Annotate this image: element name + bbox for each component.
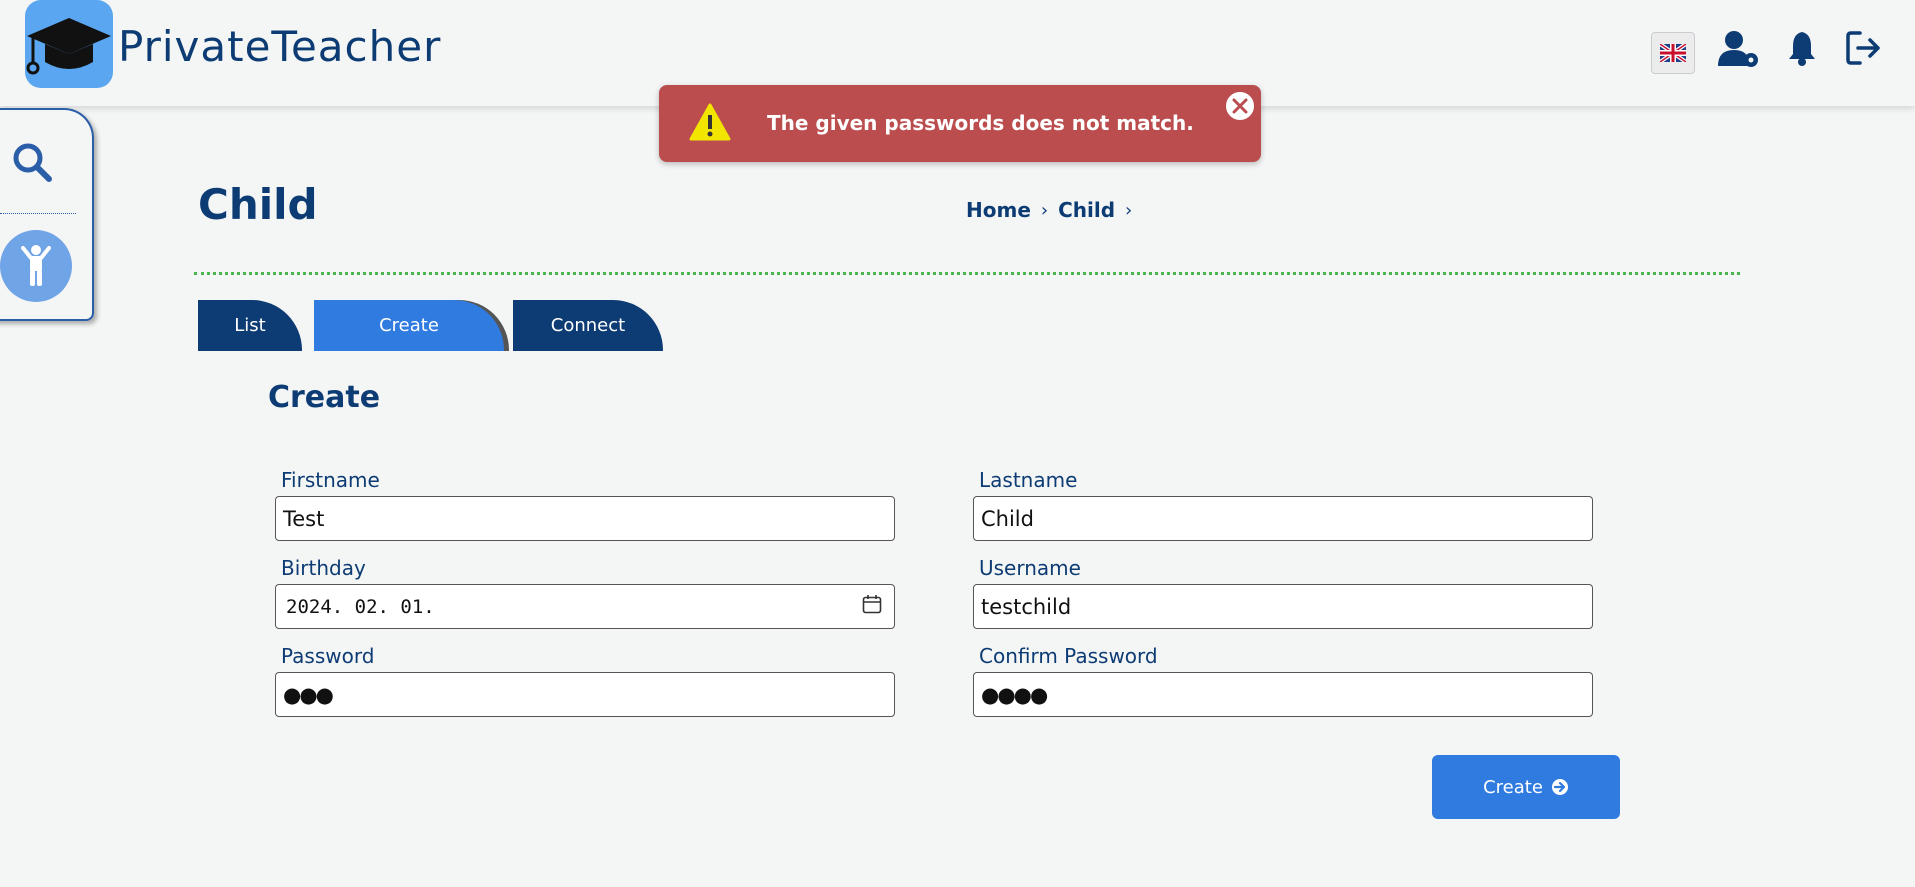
chevron-right-icon: › xyxy=(1125,199,1133,221)
calendar-icon[interactable] xyxy=(862,594,882,619)
app-title: PrivateTeacher xyxy=(118,22,442,71)
birthday-label: Birthday xyxy=(281,556,366,580)
confirm-password-field[interactable]: ●●●● xyxy=(973,672,1593,717)
confirm-password-label: Confirm Password xyxy=(979,644,1158,668)
tab-create[interactable]: Create xyxy=(314,300,504,351)
create-submit-button[interactable]: Create xyxy=(1432,755,1620,819)
tab-list[interactable]: List xyxy=(198,300,302,351)
language-flag-icon xyxy=(1660,44,1686,62)
birthday-value: 2024. 02. 01. xyxy=(286,595,435,618)
child-menu-button[interactable] xyxy=(0,230,72,302)
form-title: Create xyxy=(268,380,381,415)
child-icon xyxy=(21,245,51,286)
logout-icon xyxy=(1846,31,1880,65)
firstname-value: Test xyxy=(283,506,325,531)
toast-close-button[interactable] xyxy=(1224,90,1256,122)
language-button[interactable] xyxy=(1651,32,1695,74)
warning-icon-wrap xyxy=(689,103,731,145)
warning-icon xyxy=(689,103,731,141)
toast-message: The given passwords does not match. xyxy=(767,111,1194,135)
username-label: Username xyxy=(979,556,1081,580)
arrow-circle-right-icon xyxy=(1551,779,1568,795)
password-field[interactable]: ●●● xyxy=(275,672,895,717)
notifications-button[interactable] xyxy=(1789,30,1815,70)
chevron-right-icon: › xyxy=(1040,199,1049,221)
lastname-value: Child xyxy=(981,506,1034,531)
side-panel xyxy=(0,108,94,321)
firstname-label: Firstname xyxy=(281,468,380,492)
error-toast: The given passwords does not match. xyxy=(659,85,1261,162)
user-settings-button[interactable] xyxy=(1718,30,1760,74)
side-divider xyxy=(0,213,76,214)
username-value: testchild xyxy=(981,594,1072,619)
birthday-field[interactable]: 2024. 02. 01. xyxy=(275,584,895,629)
breadcrumb-child[interactable]: Child xyxy=(1058,198,1115,222)
breadcrumb: Home › Child › xyxy=(966,198,1142,222)
breadcrumb-home[interactable]: Home xyxy=(966,198,1031,222)
tab-connect[interactable]: Connect xyxy=(513,300,663,351)
bell-icon xyxy=(1789,32,1815,66)
page-title: Child xyxy=(198,180,318,229)
app-logo[interactable] xyxy=(25,0,113,88)
confirm-password-value: ●●●● xyxy=(981,682,1048,707)
username-field[interactable]: testchild xyxy=(973,584,1593,629)
create-submit-label: Create xyxy=(1483,776,1543,798)
lastname-field[interactable]: Child xyxy=(973,496,1593,541)
search-icon xyxy=(13,143,52,182)
password-value: ●●● xyxy=(283,682,334,707)
section-divider xyxy=(194,272,1740,275)
graduation-cap-icon xyxy=(26,18,111,75)
password-label: Password xyxy=(281,644,375,668)
lastname-label: Lastname xyxy=(979,468,1078,492)
user-settings-icon xyxy=(1718,31,1758,67)
search-button[interactable] xyxy=(12,142,52,186)
firstname-field[interactable]: Test xyxy=(275,496,895,541)
close-icon xyxy=(1232,98,1248,114)
logout-button[interactable] xyxy=(1846,30,1882,70)
